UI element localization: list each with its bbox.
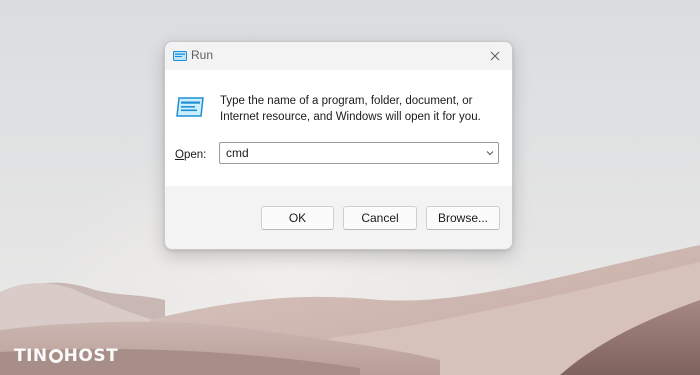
run-icon bbox=[173, 51, 187, 61]
cancel-button[interactable]: Cancel bbox=[343, 206, 417, 230]
chevron-down-icon[interactable] bbox=[485, 148, 495, 158]
open-label: Open: bbox=[175, 149, 206, 161]
dialog-content: Type the name of a program, folder, docu… bbox=[165, 70, 512, 186]
open-label-accel: O bbox=[175, 149, 184, 161]
window-title: Run bbox=[191, 48, 214, 62]
tinohost-watermark-logo: TIN HOST bbox=[14, 346, 118, 366]
open-combobox[interactable]: cmd bbox=[219, 142, 499, 164]
run-program-icon bbox=[176, 97, 204, 117]
watermark-text-part1: TIN bbox=[14, 346, 48, 366]
run-dialog: Run Type the name of a program, folder, … bbox=[164, 41, 513, 250]
instruction-text: Type the name of a program, folder, docu… bbox=[220, 95, 481, 123]
button-bar: OK Cancel Browse... bbox=[165, 186, 512, 249]
watermark-text-part2: HOST bbox=[63, 346, 119, 366]
browse-button[interactable]: Browse... bbox=[426, 206, 500, 230]
close-button[interactable] bbox=[478, 42, 512, 70]
open-input-value[interactable]: cmd bbox=[226, 146, 249, 160]
open-label-rest: pen: bbox=[183, 149, 207, 161]
close-icon bbox=[490, 51, 500, 61]
watermark-o-mark bbox=[48, 349, 63, 363]
title-bar[interactable]: Run bbox=[165, 42, 512, 70]
ok-button[interactable]: OK bbox=[261, 206, 334, 230]
